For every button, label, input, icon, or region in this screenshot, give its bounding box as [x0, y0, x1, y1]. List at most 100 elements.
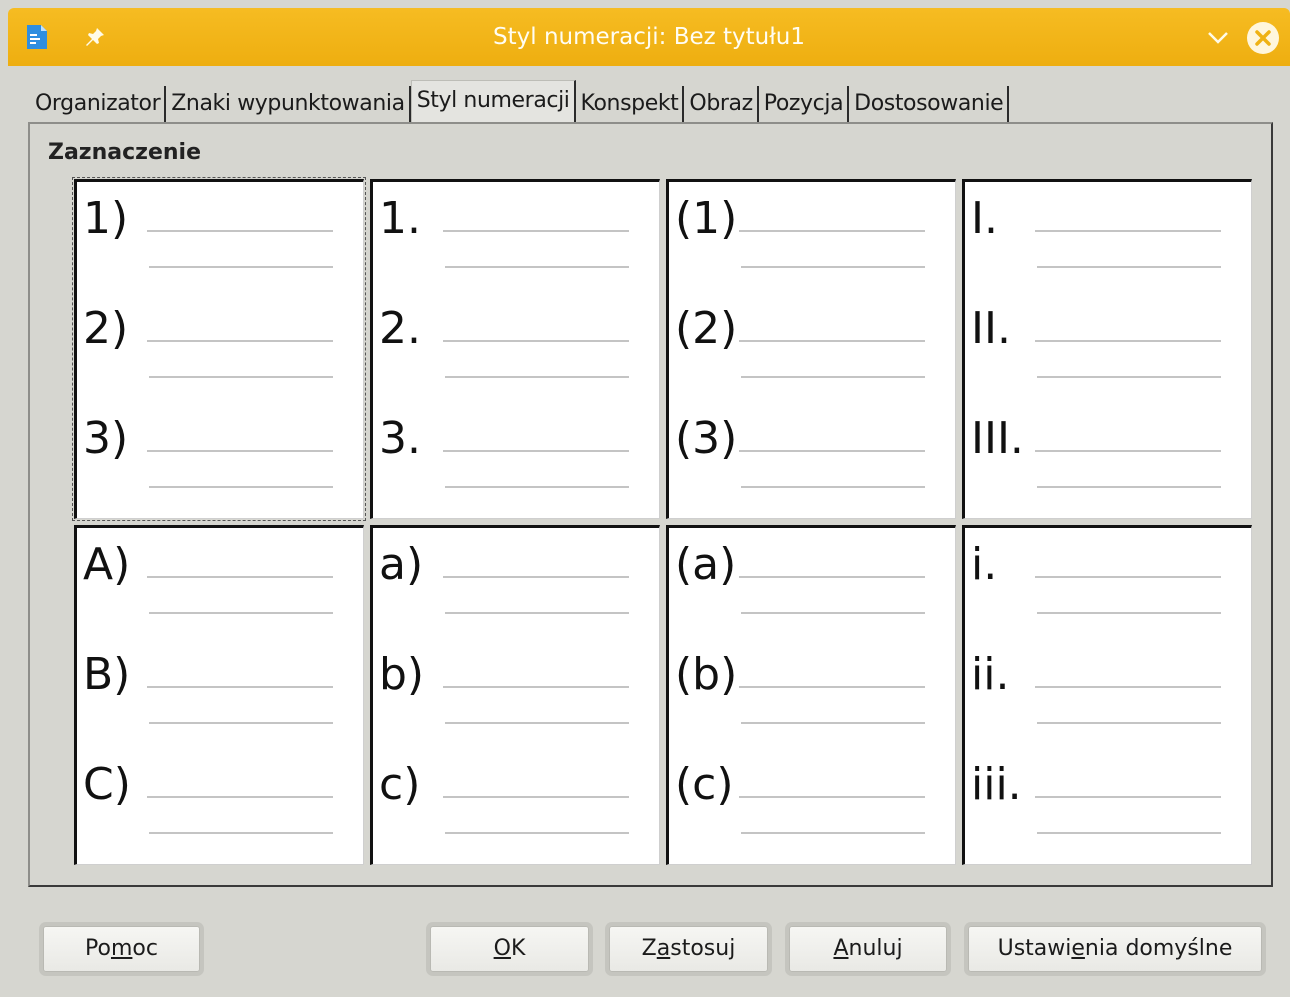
preview-text-line	[741, 266, 925, 268]
preview-text-line	[149, 376, 333, 378]
preview-text-line	[147, 576, 333, 578]
numbering-preset-3[interactable]: (1) (2) (3)	[666, 179, 956, 519]
preview-text-line	[445, 612, 629, 614]
preview-text-line	[445, 376, 629, 378]
preview-text-line	[741, 832, 925, 834]
preset-item-label: (2)	[675, 303, 738, 354]
preview-text-line	[445, 266, 629, 268]
tab-organizer[interactable]: Organizator	[30, 86, 167, 122]
preview-text-line	[147, 796, 333, 798]
preset-item-label: (3)	[675, 413, 738, 464]
preview-text-line	[147, 450, 333, 452]
preset-item-label: c)	[379, 759, 421, 810]
preview-text-line	[1037, 486, 1221, 488]
preview-text-line	[1035, 686, 1221, 688]
preset-item-label: (a)	[675, 539, 737, 590]
preview-text-line	[739, 230, 925, 232]
preset-item-label: a)	[379, 539, 424, 590]
numbering-preset-6[interactable]: a) b) c)	[370, 525, 660, 865]
preset-item-label: i.	[971, 539, 998, 590]
preset-item-label: (b)	[675, 649, 738, 700]
chevron-down-icon[interactable]	[1206, 30, 1230, 46]
numbering-preset-7[interactable]: (a) (b) (c)	[666, 525, 956, 865]
window-title: Styl numeracji: Bez tytułu1	[493, 24, 805, 50]
numbering-preset-4[interactable]: I. II. III.	[962, 179, 1252, 519]
preview-text-line	[149, 722, 333, 724]
ok-button[interactable]: OK	[430, 926, 589, 972]
reset-defaults-button[interactable]: Ustawienia domyślne	[968, 926, 1262, 972]
preview-text-line	[1035, 230, 1221, 232]
preview-text-line	[1037, 612, 1221, 614]
preview-text-line	[739, 340, 925, 342]
preview-text-line	[149, 486, 333, 488]
help-button[interactable]: Pomoc	[43, 926, 200, 972]
preview-text-line	[443, 230, 629, 232]
cancel-label-mnemonic: A	[833, 936, 849, 961]
cancel-button[interactable]: Anuluj	[789, 926, 947, 972]
numbering-preset-2[interactable]: 1. 2. 3.	[370, 179, 660, 519]
help-label-mnemonic: m	[110, 936, 133, 961]
preview-text-line	[147, 230, 333, 232]
preset-item-label: ii.	[971, 649, 1010, 700]
numbering-preset-5[interactable]: A) B) C)	[74, 525, 364, 865]
preview-text-line	[443, 576, 629, 578]
preview-text-line	[1037, 266, 1221, 268]
preview-text-line	[1035, 576, 1221, 578]
apply-label-post: stosuj	[670, 936, 736, 961]
numbering-preset-8[interactable]: i. ii. iii.	[962, 525, 1252, 865]
preview-text-line	[443, 450, 629, 452]
preview-text-line	[1037, 376, 1221, 378]
tab-customize[interactable]: Dostosowanie	[849, 86, 1010, 122]
reset-label-post: nia domyślne	[1084, 936, 1233, 961]
tab-image[interactable]: Obraz	[684, 86, 759, 122]
preview-text-line	[1037, 832, 1221, 834]
preset-item-label: 2)	[83, 303, 129, 354]
preview-text-line	[149, 612, 333, 614]
preview-text-line	[739, 576, 925, 578]
numbering-preset-grid: 1) 2) 3) 1. 2. 3. (1) (2) (3) I. II. III. A) B) C) a) b)…	[72, 177, 1254, 869]
apply-button[interactable]: Zastosuj	[609, 926, 768, 972]
preset-item-label: iii.	[971, 759, 1022, 810]
preview-text-line	[443, 796, 629, 798]
preview-text-line	[147, 340, 333, 342]
preview-text-line	[739, 450, 925, 452]
preview-text-line	[445, 722, 629, 724]
preview-text-line	[741, 486, 925, 488]
preview-text-line	[1035, 796, 1221, 798]
close-icon[interactable]	[1246, 21, 1280, 55]
preset-item-label: C)	[83, 759, 131, 810]
preview-text-line	[445, 486, 629, 488]
tab-numbering[interactable]: Styl numeracji	[410, 80, 576, 122]
preview-text-line	[739, 796, 925, 798]
preset-item-label: 3)	[83, 413, 129, 464]
preview-text-line	[443, 686, 629, 688]
preset-item-label: III.	[971, 413, 1024, 464]
cancel-label-post: nuluj	[848, 936, 903, 961]
preview-text-line	[1035, 340, 1221, 342]
numbering-preset-1[interactable]: 1) 2) 3)	[72, 177, 366, 521]
preset-item-label: 1.	[379, 193, 421, 244]
reset-label-mnemonic: e	[1071, 936, 1085, 961]
preview-text-line	[149, 832, 333, 834]
preview-text-line	[1037, 722, 1221, 724]
tab-outline[interactable]: Konspekt	[576, 86, 685, 122]
ok-label-mnemonic: O	[493, 936, 511, 961]
tab-bullets[interactable]: Znaki wypunktowania	[166, 86, 411, 122]
preview-text-line	[741, 722, 925, 724]
preview-text-line	[147, 686, 333, 688]
preview-text-line	[445, 832, 629, 834]
title-bar: Styl numeracji: Bez tytułu1	[8, 8, 1290, 66]
preset-item-label: 3.	[379, 413, 421, 464]
preset-item-label: 2.	[379, 303, 421, 354]
ok-label-post: K	[510, 936, 526, 961]
preview-text-line	[1035, 450, 1221, 452]
tab-page-numbering: Zaznaczenie 1) 2) 3) 1. 2. 3. (1) (2) (3) I. II. II…	[28, 122, 1273, 887]
tab-position[interactable]: Pozycja	[759, 86, 850, 122]
preview-text-line	[443, 340, 629, 342]
preset-item-label: II.	[971, 303, 1011, 354]
preview-text-line	[741, 612, 925, 614]
preset-item-label: B)	[83, 649, 131, 700]
selection-label: Zaznaczenie	[48, 140, 202, 165]
reset-label-pre: Ustawi	[997, 936, 1072, 961]
preview-text-line	[739, 686, 925, 688]
